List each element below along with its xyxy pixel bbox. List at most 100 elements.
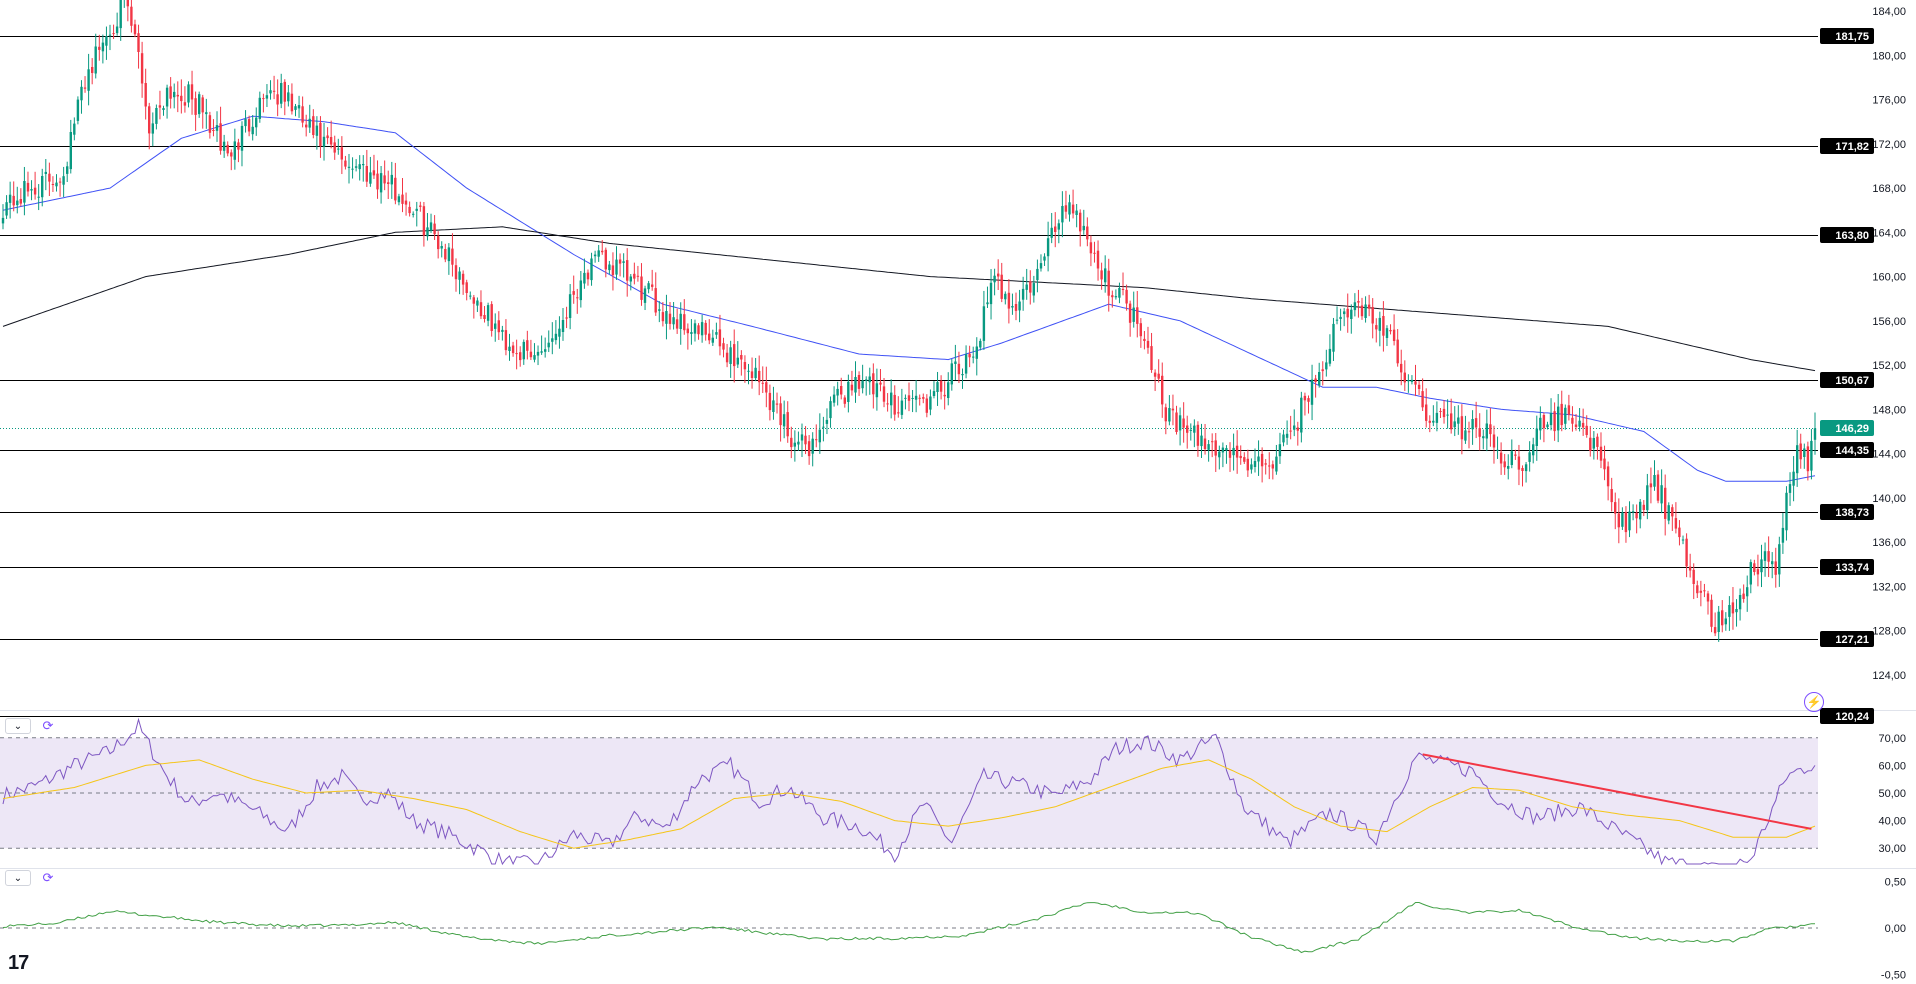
candle [23,166,26,216]
candle [629,274,632,291]
level-price-tag-8[interactable]: 120,24 [1820,708,1874,724]
candle [1375,318,1378,343]
candle [433,215,436,240]
price-tick-label: 152,00 [1872,360,1906,372]
candle [1143,330,1146,350]
level-price-tag-0[interactable]: 181,75 [1820,28,1874,44]
candle [1688,553,1692,578]
candle [747,363,750,385]
candle [597,244,600,262]
candle [1567,394,1571,421]
candle [1710,594,1713,633]
candle [180,79,183,114]
candle [907,382,911,412]
candle [643,285,647,311]
tradingview-logo-icon[interactable]: 17 [8,952,29,975]
candle [83,76,87,93]
candle [215,111,219,142]
candle [383,160,386,191]
candle [1442,400,1446,424]
level-price-tag-3[interactable]: 150,67 [1820,372,1874,388]
candle [108,24,112,51]
level-price-tag-1[interactable]: 171,82 [1820,138,1874,154]
candle [8,181,12,219]
level-price-tag-7[interactable]: 127,21 [1820,631,1874,647]
candle [1128,300,1132,337]
candle [893,385,896,421]
candle [1146,326,1150,354]
candle [1450,398,1453,434]
candle [1178,407,1182,446]
candle [1350,304,1353,334]
rsi-tick-label: 70,00 [1878,733,1906,745]
candle [1,204,5,230]
candle [1671,504,1674,531]
candle [1114,289,1118,300]
candle [1746,575,1749,612]
trading-chart[interactable]: 184,00 180,00 176,00 172,00 168,00 164,00 160,… [0,0,1916,984]
candle [611,252,615,291]
candle [932,381,936,399]
moving-average-line-1 [2,226,1816,372]
candle [390,161,393,199]
candle [918,394,921,406]
candle [372,154,376,179]
candle [854,361,857,403]
candle [640,263,643,306]
momentum-pane[interactable] [0,902,1818,954]
candle [1228,442,1232,472]
candle [401,178,404,213]
level-price-tag-5[interactable]: 138,73 [1820,504,1874,520]
candle [98,34,101,61]
candle [497,311,500,340]
candle [476,297,479,312]
price-tick-label: 148,00 [1872,404,1906,416]
level-price-tag-6[interactable]: 133,74 [1820,559,1874,575]
candle [1221,442,1225,468]
candle [715,322,718,339]
candle [1642,500,1645,517]
candle [1253,448,1257,473]
candle [62,166,65,198]
candle [565,306,568,329]
candle [194,91,197,131]
candle [1713,612,1717,637]
candle [1589,426,1592,457]
level-price-tag-2[interactable]: 163,80 [1820,227,1874,243]
candle [536,345,540,366]
momentum-sync-button[interactable]: ⟳ [40,870,56,886]
price-axis[interactable]: 184,00 180,00 176,00 172,00 168,00 164,00 160,… [1820,6,1906,982]
candle [675,308,679,334]
lightning-icon[interactable]: ⚡ [1804,692,1824,712]
candle [658,301,661,323]
candle [1803,443,1806,469]
candle [865,376,868,396]
candle [1425,388,1428,428]
candle [593,250,597,263]
candle [465,279,468,301]
candle [558,316,561,349]
rsi-pane[interactable] [0,717,1818,866]
candle [1335,306,1339,325]
candle [205,98,208,129]
candle [1571,406,1574,432]
candle [1771,552,1774,579]
candle [1703,583,1706,598]
rsi-tick-label: 50,00 [1878,788,1906,800]
candle [647,280,650,294]
candle [1592,431,1595,460]
candle [1492,425,1496,464]
rsi-sync-button[interactable]: ⟳ [40,718,56,734]
candle [412,211,415,218]
current-price-tag[interactable]: 146,29 [1820,420,1874,436]
candle [301,96,304,128]
candle [1310,364,1314,421]
momentum-collapse-button[interactable]: ⌄ [5,870,31,886]
rsi-collapse-button[interactable]: ⌄ [5,718,31,734]
candle [305,114,308,137]
price-pane[interactable] [0,0,1818,717]
candle [626,248,629,297]
level-price-tag-4[interactable]: 144,35 [1820,442,1874,458]
candle [1339,308,1342,331]
candle [1656,470,1660,504]
